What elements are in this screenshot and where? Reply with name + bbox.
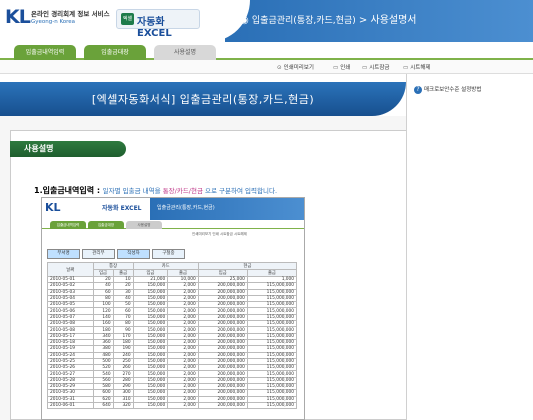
breadcrumb-separator: >	[358, 15, 368, 26]
breadcrumb-section: 입출금관리(통장,카드,현금)	[251, 16, 356, 26]
table-cell: 640	[92, 401, 114, 410]
print-button[interactable]: ▭ 인쇄	[333, 63, 350, 71]
toolbar: ⊙ 인쇄미리보기 ▭ 인쇄 ▭ 시트잠금 ▭ 시트해제	[0, 60, 533, 74]
shot-tab-ledger: 입출금대장	[88, 221, 124, 229]
macro-security-help-button[interactable]: ? 매크로보안수준 설정방법	[414, 85, 481, 94]
logo-title: 온라인 경리회계 정보 서비스	[31, 10, 110, 18]
shot-breadcrumb: 입출금관리(통장,카드,현금)	[157, 205, 215, 211]
page-banner: [엑셀자동화서식] 입출금관리(통장,카드,현금)	[0, 82, 406, 116]
help-icon: ?	[414, 86, 422, 94]
col-cash-out: 출금	[246, 269, 298, 277]
shot-toolbar: 인쇄미리보기 인쇄 시트잠금 시트해제	[192, 232, 247, 236]
page-title: [엑셀자동화서식] 입출금관리(통장,카드,현금)	[91, 93, 315, 106]
shot-dept-label: 부서명	[47, 249, 80, 259]
group-bank: 통장	[92, 262, 134, 270]
col-card-in: 입금	[132, 269, 169, 277]
table-cell: 320	[112, 401, 134, 410]
table-cell: 2,000	[167, 401, 199, 410]
shot-kl-logo: KL	[45, 201, 61, 214]
excel-icon: 엑셀	[121, 13, 134, 25]
print-preview-button[interactable]: ⊙ 인쇄미리보기	[277, 63, 314, 71]
shot-table-body: 2010-05-01 20 10 21,000 10,000 25,000 1,000 201…	[47, 275, 298, 410]
tab-bar: 입출금내역입력 입출금대장 사용설명	[0, 42, 533, 60]
table-cell: 2010-06-01	[47, 401, 94, 410]
col-card-out: 출금	[167, 269, 199, 277]
app-header: KL 온라인 경리회계 정보 서비스 Gyeong-n Korea 엑셀 자동화…	[0, 0, 533, 42]
example-screenshot: KL 자동화 EXCEL 입출금관리(통장,카드,현금) 입출금내역입력 입출금…	[41, 197, 305, 420]
tab-entry[interactable]: 입출금내역입력	[14, 45, 76, 60]
shot-author-value: 구철중	[152, 249, 185, 259]
col-bank-out: 출금	[112, 269, 134, 277]
shot-ledger-table: 날짜 통장 카드 현금 입금 출금 입금 출금 입금 출금 2010-05-01…	[47, 262, 298, 410]
step-heading: 1.입출금내역입력 : 일자별 입출금 내역을 통장/카드/현금 으로 구분하여…	[34, 185, 277, 196]
sheet-lock-button[interactable]: ▭ 시트잠금	[362, 63, 389, 71]
shot-tab-bar: 입출금내역입력 입출금대장 사용설명	[42, 220, 304, 229]
col-bank-in: 입금	[92, 269, 114, 277]
tab-ledger[interactable]: 입출금대장	[84, 45, 146, 60]
breadcrumb: ◉ 입출금관리(통장,카드,현금) > 사용설명서	[240, 11, 417, 26]
breadcrumb-bullet-icon: ◉	[240, 15, 252, 26]
right-sidebar	[406, 74, 533, 420]
shot-tab-manual: 사용설명	[126, 221, 162, 229]
product-logo: 엑셀 자동화 EXCEL	[116, 9, 200, 39]
shot-dept-value: 관리부	[82, 249, 115, 259]
step-number: 1.입출금내역입력 :	[34, 186, 101, 195]
table-cell: 150,000	[132, 401, 169, 410]
table-row: 2010-06-01 640 320 150,000 2,000 200,000,000 1…	[47, 401, 298, 410]
unlock-icon: ▭	[403, 65, 409, 71]
logo-subtitle: Gyeong-n Korea	[31, 19, 76, 25]
step-desc: 일자별 입출금 내역을 통장/카드/현금 으로 구분하여 입력합니다.	[102, 187, 278, 195]
tab-manual[interactable]: 사용설명	[154, 45, 216, 60]
preview-icon: ⊙	[277, 65, 282, 71]
col-date: 날짜	[47, 262, 94, 277]
shot-tab-entry: 입출금내역입력	[50, 221, 86, 229]
breadcrumb-page: 사용설명서	[370, 15, 417, 26]
shot-product-name: 자동화 EXCEL	[102, 205, 142, 212]
shot-header: KL 자동화 EXCEL 입출금관리(통장,카드,현금)	[42, 198, 304, 220]
shot-info-row: 부서명 관리부 작성자 구철중	[47, 248, 187, 259]
kl-logo[interactable]: KL	[5, 6, 31, 28]
table-cell: 200,000,000	[197, 401, 248, 410]
sheet-unlock-button[interactable]: ▭ 시트해제	[403, 63, 430, 71]
table-cell: 115,000,000	[246, 401, 298, 410]
shot-author-label: 작성자	[117, 249, 150, 259]
lock-icon: ▭	[362, 65, 368, 71]
section-title: 사용설명	[10, 141, 126, 157]
product-name: 자동화 EXCEL	[137, 17, 172, 39]
printer-icon: ▭	[333, 65, 339, 71]
group-cash: 현금	[197, 262, 298, 270]
group-card: 카드	[132, 262, 199, 270]
col-cash-in: 입금	[197, 269, 248, 277]
